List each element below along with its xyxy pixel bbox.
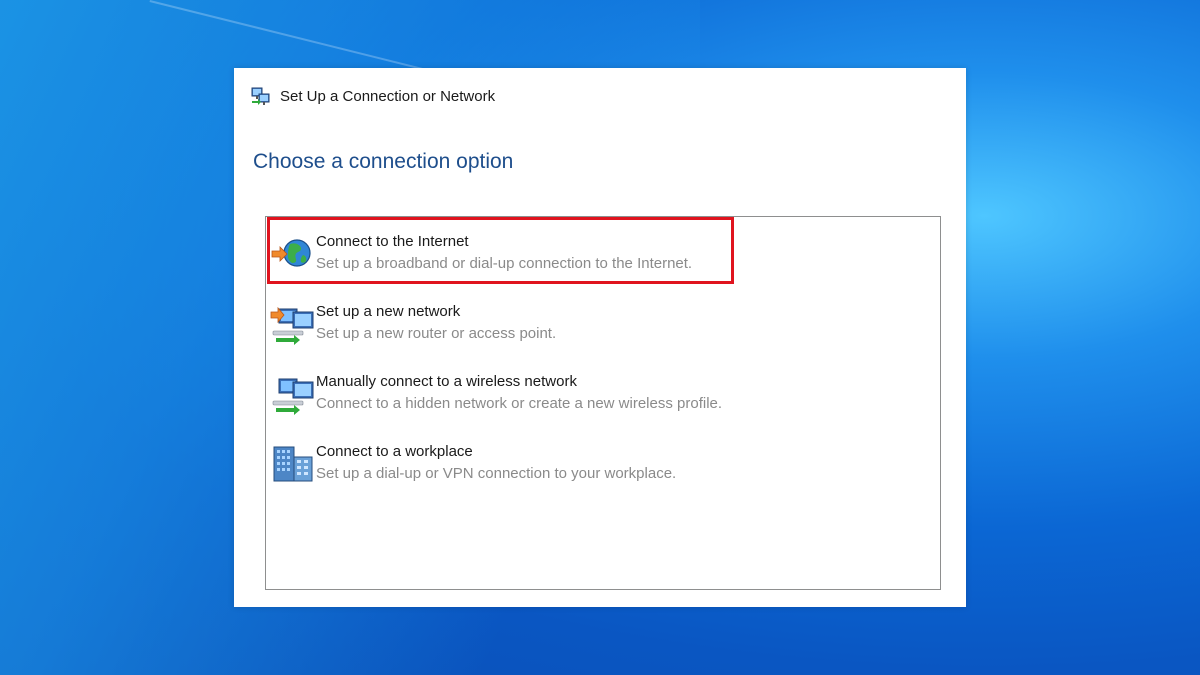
option-description: Set up a new router or access point. (316, 325, 557, 342)
option-title: Connect to a workplace (316, 443, 473, 460)
page-heading: Choose a connection option (253, 150, 514, 173)
connection-options-list: Connect to the Internet Set up a broadba… (265, 216, 941, 590)
network-setup-icon (251, 87, 270, 105)
new-network-icon (270, 306, 314, 345)
workplace-building-icon (273, 446, 313, 482)
option-description: Set up a broadband or dial-up connection… (316, 255, 693, 272)
desktop-background: Set Up a Connection or Network Choose a … (0, 0, 1200, 675)
wireless-network-icon (272, 378, 314, 415)
option-manual-wireless[interactable]: Manually connect to a wireless network C… (268, 371, 908, 427)
option-title: Manually connect to a wireless network (316, 373, 577, 390)
globe-internet-icon (271, 239, 311, 267)
option-connect-internet[interactable]: Connect to the Internet Set up a broadba… (268, 231, 908, 287)
option-title: Set up a new network (316, 303, 461, 320)
option-title: Connect to the Internet (316, 233, 469, 250)
option-description: Connect to a hidden network or create a … (316, 395, 723, 412)
option-connect-workplace[interactable]: Connect to a workplace Set up a dial-up … (268, 441, 908, 497)
setup-connection-dialog: Set Up a Connection or Network Choose a … (234, 68, 966, 607)
option-description: Set up a dial-up or VPN connection to yo… (316, 465, 677, 482)
dialog-title: Set Up a Connection or Network (280, 87, 496, 105)
option-new-network[interactable]: Set up a new network Set up a new router… (268, 301, 908, 357)
dialog-titlebar: Set Up a Connection or Network (250, 84, 495, 108)
